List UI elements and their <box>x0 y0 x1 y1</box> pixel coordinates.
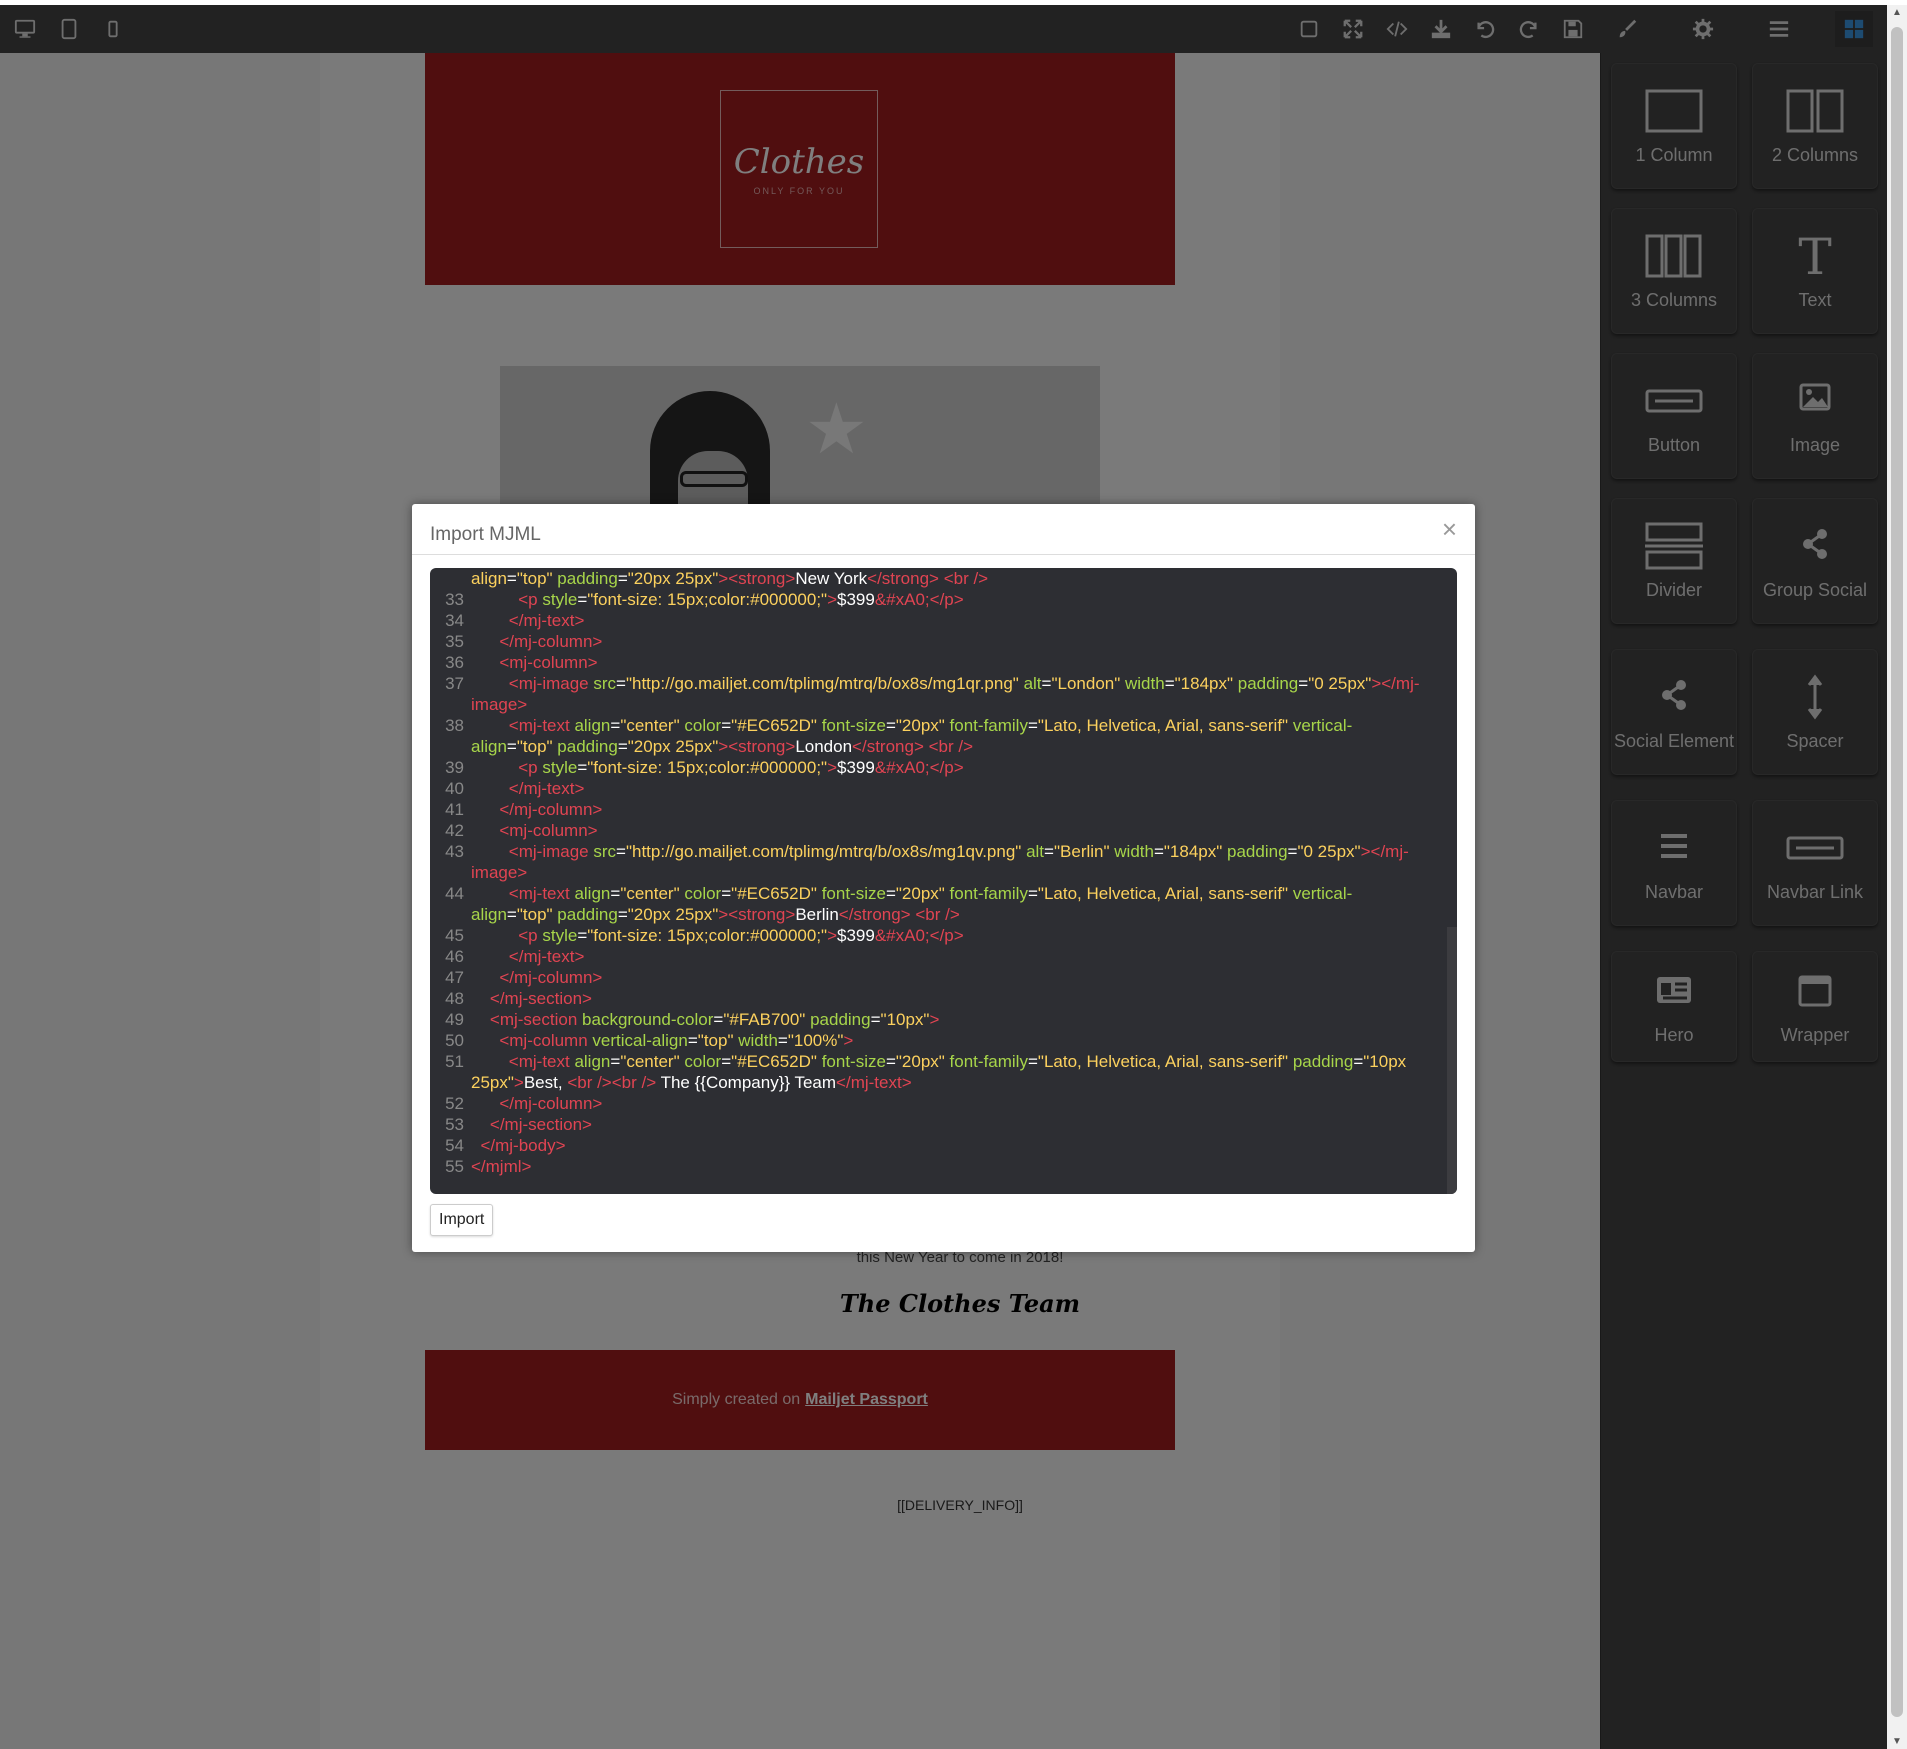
line-number: 52 <box>445 1094 464 1113</box>
code-line: 50 <mj-column vertical-align="top" width… <box>430 1030 1440 1051</box>
line-text: <mj-text align="center" color="#EC652D" … <box>471 1052 1411 1092</box>
line-text: <p style="font-size: 15px;color:#000000;… <box>518 758 964 777</box>
line-text: </mj-column> <box>499 1094 603 1113</box>
page-scrollbar[interactable]: ▲ ▼ <box>1887 5 1907 1749</box>
line-number: 40 <box>445 779 464 798</box>
code-line: 34 </mj-text> <box>430 610 1440 631</box>
modal-overlay[interactable]: Import MJML × align="top" padding="20px … <box>0 5 1887 1749</box>
line-number: 38 <box>445 716 464 735</box>
scroll-down-icon[interactable]: ▼ <box>1892 1736 1902 1747</box>
line-text: </mj-text> <box>508 779 585 798</box>
import-modal: Import MJML × align="top" padding="20px … <box>412 504 1475 1252</box>
editor-scrollbar[interactable] <box>1447 927 1457 1194</box>
code-line: 52 </mj-column> <box>430 1093 1440 1114</box>
code-line: 43 <mj-image src="http://go.mailjet.com/… <box>430 841 1440 883</box>
line-number: 54 <box>445 1136 464 1155</box>
line-text: <mj-text align="center" color="#EC652D" … <box>471 716 1353 756</box>
code-line: 39 <p style="font-size: 15px;color:#0000… <box>430 757 1440 778</box>
line-text: </mj-column> <box>499 800 603 819</box>
code-line: 53 </mj-section> <box>430 1114 1440 1135</box>
code-line: 47 </mj-column> <box>430 967 1440 988</box>
line-text: <mj-text align="center" color="#EC652D" … <box>471 884 1353 924</box>
code-line: 46 </mj-text> <box>430 946 1440 967</box>
line-text: </mj-section> <box>489 1115 592 1134</box>
line-number <box>430 568 471 589</box>
line-text: <mj-image src="http://go.mailjet.com/tpl… <box>471 674 1420 714</box>
modal-header: Import MJML × <box>412 504 1475 555</box>
code-line: 54 </mj-body> <box>430 1135 1440 1156</box>
line-number: 36 <box>445 653 464 672</box>
code-line: 41 </mj-column> <box>430 799 1440 820</box>
line-text: </mj-section> <box>489 989 592 1008</box>
line-number: 33 <box>445 590 464 609</box>
code-line: 42 <mj-column> <box>430 820 1440 841</box>
line-text: <mj-column> <box>499 821 598 840</box>
line-text: <mj-column vertical-align="top" width="1… <box>499 1031 854 1050</box>
line-number: 47 <box>445 968 464 987</box>
line-text: </mj-body> <box>480 1136 566 1155</box>
line-text: </mj-column> <box>499 968 603 987</box>
code-line: 45 <p style="font-size: 15px;color:#0000… <box>430 925 1440 946</box>
line-number: 44 <box>445 884 464 903</box>
code-line: 37 <mj-image src="http://go.mailjet.com/… <box>430 673 1440 715</box>
line-number: 35 <box>445 632 464 651</box>
modal-title: Import MJML <box>430 524 541 545</box>
line-number: 49 <box>445 1010 464 1029</box>
code-line: 40 </mj-text> <box>430 778 1440 799</box>
line-text: align="top" padding="20px 25px"><strong>… <box>471 569 989 588</box>
code-line: 49 <mj-section background-color="#FAB700… <box>430 1009 1440 1030</box>
line-number: 50 <box>445 1031 464 1050</box>
line-number: 37 <box>445 674 464 693</box>
code-line: 55 </mjml> <box>430 1156 1440 1177</box>
code-content[interactable]: align="top" padding="20px 25px"><strong>… <box>430 568 1440 1177</box>
line-number: 48 <box>445 989 464 1008</box>
line-number: 51 <box>445 1052 464 1071</box>
code-line: 38 <mj-text align="center" color="#EC652… <box>430 715 1440 757</box>
line-number: 39 <box>445 758 464 777</box>
editor-app: Clothes ONLY FOR YOU ★ this New Year to … <box>0 5 1887 1749</box>
code-line: 44 <mj-text align="center" color="#EC652… <box>430 883 1440 925</box>
code-line: align="top" padding="20px 25px"><strong>… <box>430 568 1440 589</box>
line-text: <mj-image src="http://go.mailjet.com/tpl… <box>471 842 1409 882</box>
line-number: 45 <box>445 926 464 945</box>
code-line: 51 <mj-text align="center" color="#EC652… <box>430 1051 1440 1093</box>
scrollbar-thumb[interactable] <box>1891 27 1903 1717</box>
import-button[interactable]: Import <box>430 1204 494 1236</box>
scroll-up-icon[interactable]: ▲ <box>1892 7 1902 18</box>
line-text: <mj-column> <box>499 653 598 672</box>
code-line: 33 <p style="font-size: 15px;color:#0000… <box>430 589 1440 610</box>
line-number: 55 <box>445 1157 464 1176</box>
line-number: 53 <box>445 1115 464 1134</box>
line-text: <p style="font-size: 15px;color:#000000;… <box>518 590 964 609</box>
line-number: 41 <box>445 800 464 819</box>
code-line: 36 <mj-column> <box>430 652 1440 673</box>
code-editor[interactable]: align="top" padding="20px 25px"><strong>… <box>430 568 1457 1194</box>
line-number: 43 <box>445 842 464 861</box>
line-text: </mj-text> <box>508 611 585 630</box>
code-line: 48 </mj-section> <box>430 988 1440 1009</box>
line-text: </mj-text> <box>508 947 585 966</box>
line-text: </mj-column> <box>499 632 603 651</box>
line-number: 34 <box>445 611 464 630</box>
code-line: 35 </mj-column> <box>430 631 1440 652</box>
line-number: 46 <box>445 947 464 966</box>
line-text: </mjml> <box>471 1157 532 1176</box>
close-icon[interactable]: × <box>1442 516 1457 542</box>
line-text: <mj-section background-color="#FAB700" p… <box>489 1010 940 1029</box>
line-text: <p style="font-size: 15px;color:#000000;… <box>518 926 964 945</box>
line-number: 42 <box>445 821 464 840</box>
